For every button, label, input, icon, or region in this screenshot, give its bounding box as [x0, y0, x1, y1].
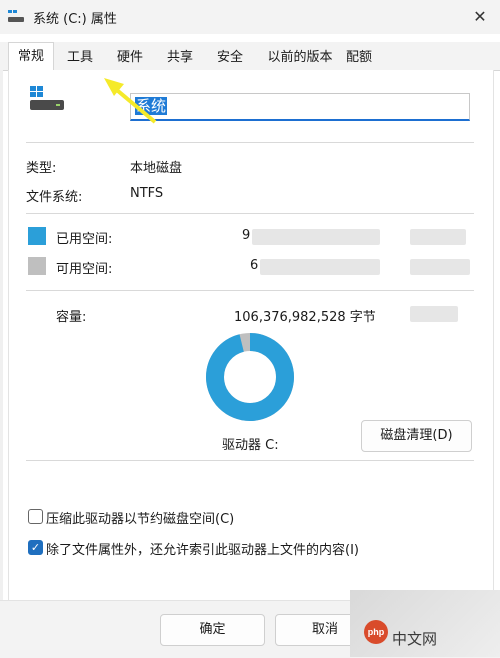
index-checkbox[interactable]: ✓: [28, 540, 43, 555]
free-space-value: 6: [250, 258, 259, 273]
watermark-logo: php: [364, 620, 388, 644]
window-title: 系统 (C:) 属性: [33, 12, 117, 27]
redacted-value: [410, 259, 470, 275]
used-color-swatch: [28, 227, 46, 245]
free-space-label: 可用空间:: [56, 262, 113, 277]
tab-sharing[interactable]: 共享: [160, 46, 200, 70]
type-value: 本地磁盘: [130, 161, 183, 176]
compress-label: 压缩此驱动器以节约磁盘空间(C): [46, 512, 235, 527]
redacted-value: [410, 229, 466, 245]
filesystem-label: 文件系统:: [26, 190, 83, 205]
drive-icon: [30, 86, 64, 110]
tab-hardware[interactable]: 硬件: [110, 46, 150, 70]
divider: [26, 213, 474, 214]
volume-name-input[interactable]: 系统: [130, 93, 470, 121]
used-space-label: 已用空间:: [56, 232, 113, 247]
tab-bar: 常规 工具 硬件 共享 安全 以前的版本 配额: [0, 42, 500, 72]
usage-donut-chart: [206, 333, 294, 421]
free-color-swatch: [28, 257, 46, 275]
tab-security[interactable]: 安全: [210, 46, 250, 70]
compress-checkbox[interactable]: [28, 509, 43, 524]
watermark-text: 中文网: [392, 630, 438, 648]
capacity-value: 106,376,982,528 字节: [234, 310, 376, 325]
redacted-value: [410, 306, 458, 322]
close-icon[interactable]: ✕: [466, 4, 494, 30]
drive-label: 驱动器 C:: [222, 438, 279, 453]
redacted-value: [252, 229, 380, 245]
ok-button[interactable]: 确定: [160, 614, 265, 646]
used-space-value: 9: [242, 228, 251, 243]
divider: [26, 460, 474, 461]
index-label: 除了文件属性外，还允许索引此驱动器上文件的内容(I): [46, 543, 359, 558]
tab-tools[interactable]: 工具: [58, 46, 102, 70]
volume-name-text: 系统: [135, 97, 168, 115]
disk-cleanup-button[interactable]: 磁盘清理(D): [361, 420, 472, 452]
donut-used-segment: [206, 333, 294, 421]
filesystem-value: NTFS: [130, 186, 164, 201]
tab-general[interactable]: 常规: [8, 42, 54, 72]
type-label: 类型:: [26, 161, 57, 176]
divider: [26, 290, 474, 291]
checkbox-check-icon: ✓: [30, 541, 41, 554]
capacity-label: 容量:: [56, 310, 87, 325]
drive-app-icon: [8, 10, 24, 22]
title-bar: 系统 (C:) 属性 ✕: [0, 0, 500, 34]
redacted-value: [260, 259, 380, 275]
tab-previous-versions[interactable]: 以前的版本: [262, 46, 338, 70]
divider: [26, 142, 474, 143]
window-edge: [0, 70, 3, 600]
tab-quota[interactable]: 配额: [340, 46, 378, 70]
